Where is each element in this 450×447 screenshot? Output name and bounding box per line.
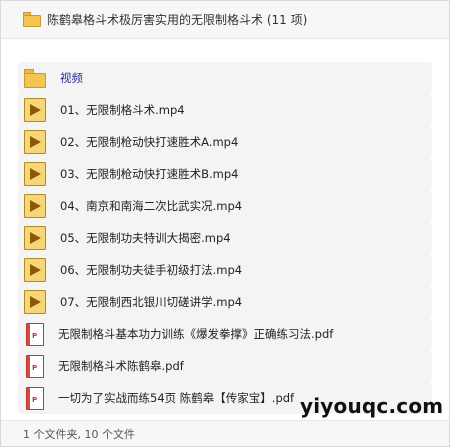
item-label: 05、无限制功夫特训大揭密.mp4 [60, 231, 231, 245]
list-item-video[interactable]: 05、无限制功夫特训大揭密.mp4 [18, 222, 432, 254]
pdf-file-icon: P [26, 386, 44, 410]
status-bar: 1 个文件夹, 10 个文件 [1, 420, 449, 446]
list-item-pdf[interactable]: P 无限制格斗基本功力训练《爆发拳撑》正确练习法.pdf [18, 318, 432, 350]
item-label: 视频 [60, 71, 83, 85]
video-file-icon [24, 130, 46, 154]
list-item-video[interactable]: 01、无限制格斗术.mp4 [18, 94, 432, 126]
list-item-folder[interactable]: 视频 [18, 62, 432, 94]
status-text: 1 个文件夹, 10 个文件 [23, 427, 135, 441]
video-file-icon [24, 194, 46, 218]
video-file-icon [24, 98, 46, 122]
item-label: 04、南京和南海二次比武实况.mp4 [60, 199, 243, 213]
item-label: 03、无限制枪动快打速胜术B.mp4 [60, 167, 239, 181]
video-file-icon [24, 258, 46, 282]
header-bar: 陈鹤皋格斗术极厉害实用的无限制格斗术 (11 项) [1, 1, 449, 39]
list-item-video[interactable]: 06、无限制功夫徒手初级打法.mp4 [18, 254, 432, 286]
pdf-file-icon: P [26, 354, 44, 378]
list-item-video[interactable]: 07、无限制西北银川切磋讲学.mp4 [18, 286, 432, 318]
folder-icon [24, 68, 46, 88]
file-list: 视频 01、无限制格斗术.mp4 02、无限制枪动快打速胜术A.mp4 03、无… [18, 62, 432, 414]
page-title: 陈鹤皋格斗术极厉害实用的无限制格斗术 (11 项) [47, 13, 308, 27]
list-item-video[interactable]: 02、无限制枪动快打速胜术A.mp4 [18, 126, 432, 158]
list-item-video[interactable]: 04、南京和南海二次比武实况.mp4 [18, 190, 432, 222]
item-label: 无限制格斗基本功力训练《爆发拳撑》正确练习法.pdf [58, 327, 334, 341]
pdf-file-icon: P [26, 322, 44, 346]
item-label: 06、无限制功夫徒手初级打法.mp4 [60, 263, 243, 277]
video-file-icon [24, 226, 46, 250]
item-label: 01、无限制格斗术.mp4 [60, 103, 185, 117]
item-label: 无限制格斗术陈鹤皋.pdf [58, 359, 184, 373]
video-file-icon [24, 290, 46, 314]
list-item-video[interactable]: 03、无限制枪动快打速胜术B.mp4 [18, 158, 432, 190]
item-label: 02、无限制枪动快打速胜术A.mp4 [60, 135, 239, 149]
item-label: 07、无限制西北银川切磋讲学.mp4 [60, 295, 243, 309]
list-item-pdf[interactable]: P 无限制格斗术陈鹤皋.pdf [18, 350, 432, 382]
watermark-text: yiyouqc.com [300, 394, 444, 418]
item-label: 一切为了实战而练54页 陈鹤皋【传家宝】.pdf [58, 391, 295, 405]
folder-icon [23, 12, 41, 27]
video-file-icon [24, 162, 46, 186]
